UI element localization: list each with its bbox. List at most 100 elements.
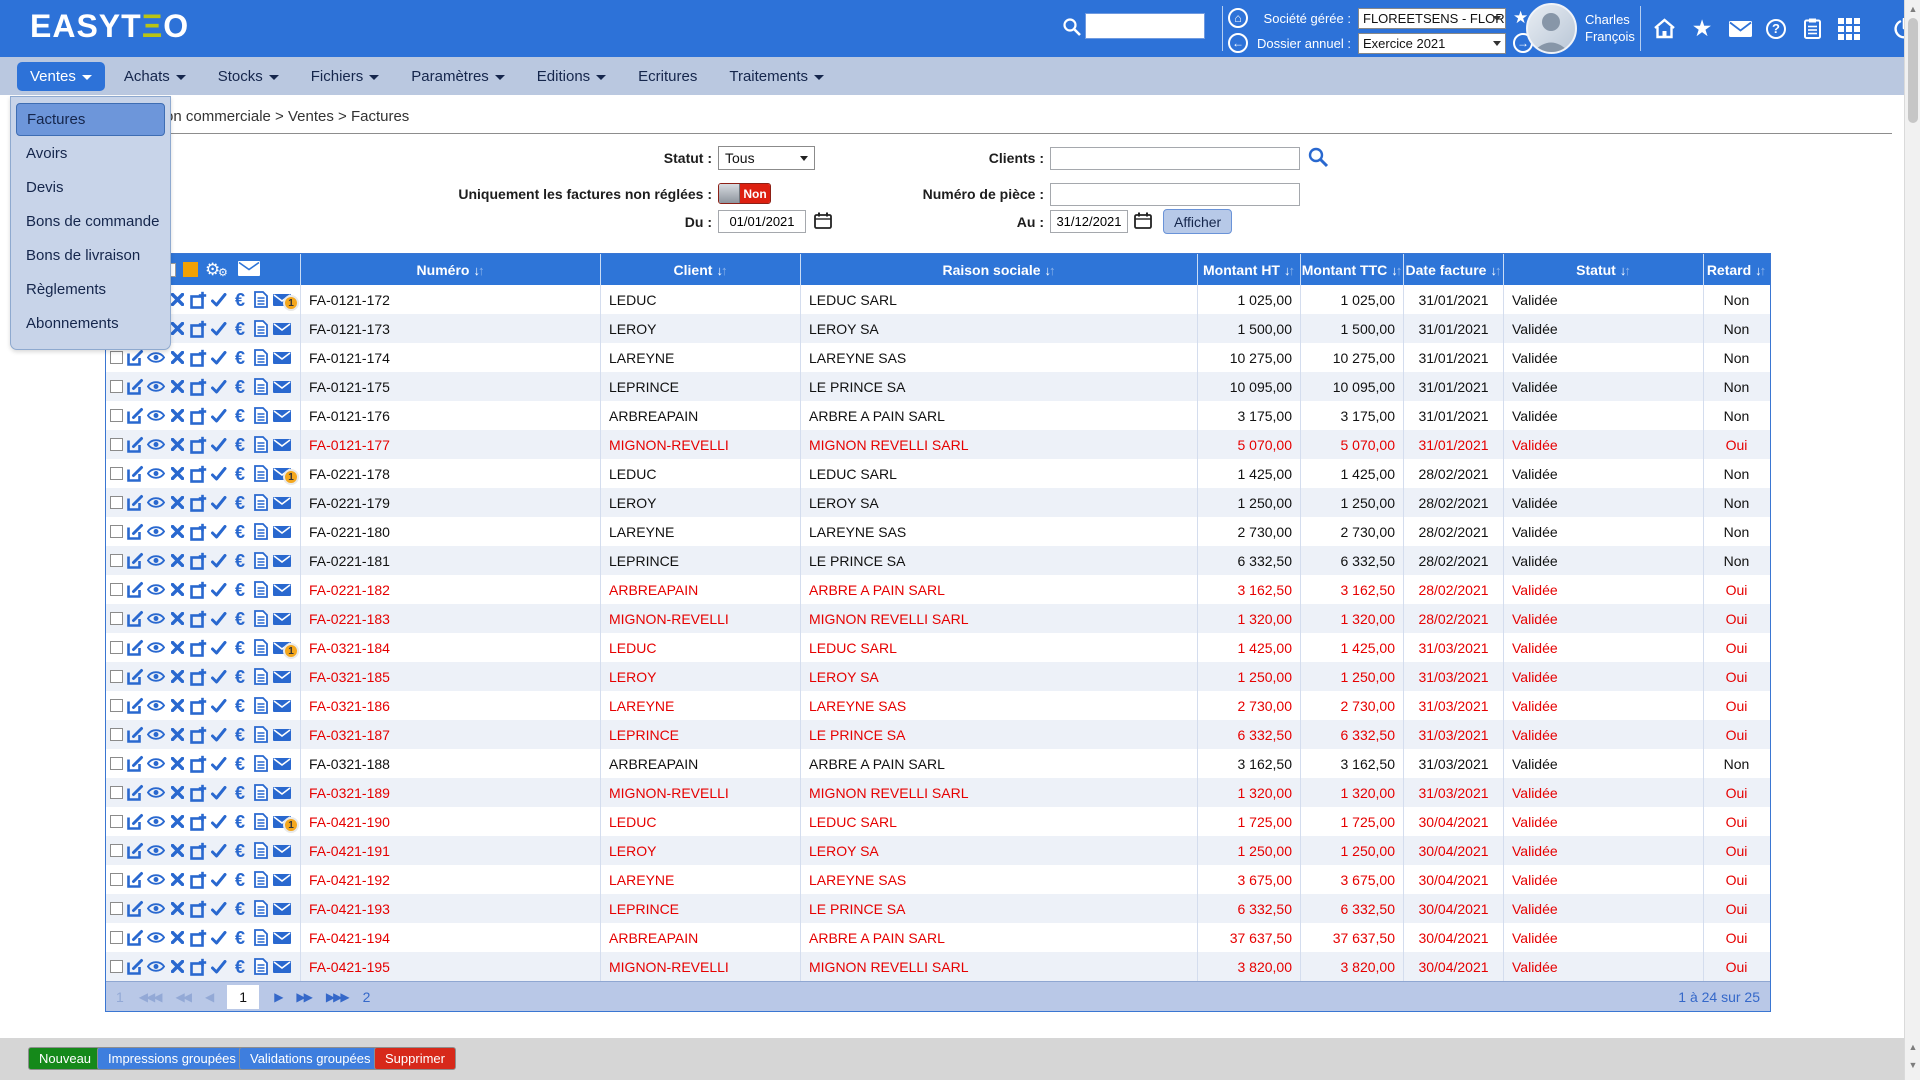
view-eye-icon[interactable] [147,841,165,860]
menu-item-fichiers[interactable]: Fichiers [298,62,393,91]
edit-icon[interactable] [126,638,144,657]
delete-x-icon[interactable] [168,899,186,918]
unpaid-only-toggle[interactable]: Non [718,183,771,204]
send-mail-icon[interactable] [273,522,291,541]
document-icon[interactable] [252,638,270,657]
notes-clipboard-icon[interactable] [1800,17,1824,41]
document-icon[interactable] [252,580,270,599]
column-header-statut[interactable]: Statut↓↑ [1504,254,1704,285]
delete-x-icon[interactable] [168,696,186,715]
payment-euro-icon[interactable]: € [231,957,249,976]
send-mail-icon[interactable] [273,870,291,889]
duplicate-icon[interactable] [189,290,207,309]
duplicate-icon[interactable] [189,435,207,454]
view-eye-icon[interactable] [147,667,165,686]
first-page-icon[interactable]: ◀◀◀ [139,990,161,1004]
send-mail-icon[interactable] [273,348,291,367]
validations-group-es-button[interactable]: Validations groupées [239,1047,381,1070]
payment-euro-icon[interactable]: € [231,754,249,773]
payment-euro-icon[interactable]: € [231,638,249,657]
view-eye-icon[interactable] [147,957,165,976]
row-checkbox[interactable] [110,612,123,625]
payment-euro-icon[interactable]: € [231,319,249,338]
document-icon[interactable] [252,551,270,570]
row-checkbox[interactable] [110,670,123,683]
edit-icon[interactable] [126,870,144,889]
delete-x-icon[interactable] [168,841,186,860]
breadcrumb[interactable]: Gestion commerciale > Ventes > Factures [130,108,409,125]
previous-year-icon[interactable]: ← [1228,33,1248,53]
menu-item-editions[interactable]: Editions [524,62,619,91]
edit-icon[interactable] [126,493,144,512]
scroll-up-icon[interactable]: ▲ [1905,1042,1920,1052]
document-icon[interactable] [252,870,270,889]
edit-icon[interactable] [126,406,144,425]
validate-check-icon[interactable] [210,928,228,947]
send-mail-icon[interactable] [273,551,291,570]
duplicate-icon[interactable] [189,841,207,860]
scroll-down-icon[interactable]: ▼ [1905,1060,1920,1070]
send-mail-icon[interactable] [273,609,291,628]
document-icon[interactable] [252,696,270,715]
send-mail-icon[interactable] [273,957,291,976]
row-checkbox[interactable] [110,467,123,480]
row-checkbox[interactable] [110,583,123,596]
validate-check-icon[interactable] [210,580,228,599]
impressions-group-es-button[interactable]: Impressions groupées [97,1047,247,1070]
next-page-icon[interactable]: ▶ [274,990,281,1004]
edit-icon[interactable] [126,435,144,454]
duplicate-icon[interactable] [189,754,207,773]
payment-euro-icon[interactable]: € [231,841,249,860]
validate-check-icon[interactable] [210,493,228,512]
validate-check-icon[interactable] [210,696,228,715]
delete-x-icon[interactable] [168,754,186,773]
duplicate-icon[interactable] [189,928,207,947]
row-checkbox[interactable] [110,728,123,741]
row-checkbox[interactable] [110,554,123,567]
document-icon[interactable] [252,609,270,628]
send-mail-icon[interactable] [273,696,291,715]
duplicate-icon[interactable] [189,725,207,744]
favorites-star-icon[interactable]: ★ [1690,17,1714,41]
menu-item-paramètres[interactable]: Paramètres [398,62,518,91]
company-home-icon[interactable]: ⌂ [1228,8,1248,28]
send-mail-icon[interactable] [273,580,291,599]
edit-icon[interactable] [126,783,144,802]
view-eye-icon[interactable] [147,928,165,947]
company-select[interactable]: FLOREETSENS - FLOR [1358,8,1506,29]
payment-euro-icon[interactable]: € [231,406,249,425]
statut-select[interactable]: Tous [718,146,815,170]
duplicate-icon[interactable] [189,580,207,599]
delete-x-icon[interactable] [168,667,186,686]
validate-check-icon[interactable] [210,348,228,367]
payment-euro-icon[interactable]: € [231,609,249,628]
edit-icon[interactable] [126,522,144,541]
apps-grid-icon[interactable] [1838,18,1860,40]
document-icon[interactable] [252,290,270,309]
last-page-icon[interactable]: ▶▶▶ [326,990,348,1004]
delete-x-icon[interactable] [168,580,186,599]
document-icon[interactable] [252,725,270,744]
duplicate-icon[interactable] [189,406,207,425]
page-scrollbar[interactable]: ▲ ▲ ▼ [1904,0,1920,1080]
validate-check-icon[interactable] [210,609,228,628]
payment-euro-icon[interactable]: € [231,435,249,454]
calendar-icon[interactable] [1134,212,1152,229]
delete-x-icon[interactable] [168,464,186,483]
send-mail-icon[interactable]: 1 [273,290,291,309]
payment-euro-icon[interactable]: € [231,493,249,512]
send-mail-icon[interactable] [273,493,291,512]
payment-euro-icon[interactable]: € [231,783,249,802]
payment-euro-icon[interactable]: € [231,464,249,483]
edit-icon[interactable] [126,667,144,686]
menu-item-achats[interactable]: Achats [111,62,199,91]
duplicate-icon[interactable] [189,551,207,570]
legend-orange-square-icon[interactable] [183,262,198,277]
row-checkbox[interactable] [110,844,123,857]
user-avatar[interactable] [1526,3,1577,54]
view-eye-icon[interactable] [147,609,165,628]
validate-check-icon[interactable] [210,464,228,483]
row-checkbox[interactable] [110,409,123,422]
global-search-input[interactable] [1085,13,1205,39]
row-checkbox[interactable] [110,438,123,451]
